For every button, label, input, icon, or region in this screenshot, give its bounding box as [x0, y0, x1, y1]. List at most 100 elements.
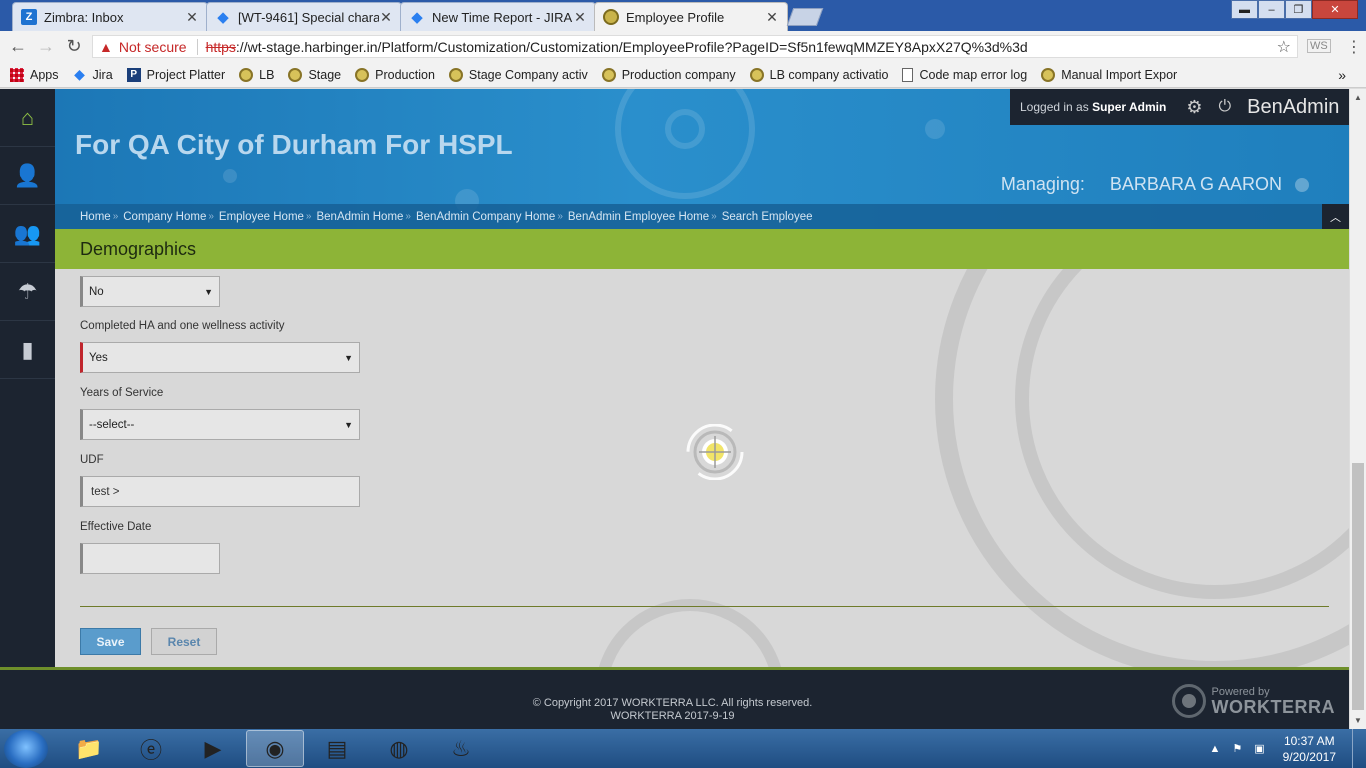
bookmark-lb[interactable]: LB: [239, 67, 274, 82]
bookmark-jira[interactable]: ◆ Jira: [73, 66, 113, 82]
action-center-flag-icon[interactable]: ⚑: [1232, 742, 1242, 755]
tab-zimbra-inbox[interactable]: Z Zimbra: Inbox ✕: [12, 2, 208, 31]
browser-menu-icon[interactable]: ⋮: [1346, 37, 1362, 57]
employee-icon[interactable]: 👤: [0, 147, 55, 205]
scroll-down-icon[interactable]: ▼: [1350, 712, 1366, 729]
reload-icon[interactable]: ↻: [60, 36, 88, 57]
close-tab-icon[interactable]: ✕: [379, 9, 393, 26]
ha-wellness-select[interactable]: Yes ▼: [80, 342, 360, 373]
notepad-icon[interactable]: ▤: [308, 730, 366, 767]
flame-app-icon[interactable]: ♨: [432, 730, 490, 767]
save-button[interactable]: Save: [80, 628, 141, 655]
system-tray: ▲ ⚑ ▣ 10:37 AM 9/20/2017: [1209, 729, 1336, 768]
tab-employee-profile[interactable]: Employee Profile ✕: [594, 2, 788, 31]
bookmark-stage-company[interactable]: Stage Company activ: [448, 67, 588, 82]
bookmark-apps[interactable]: Apps: [10, 67, 59, 82]
scrollbar-thumb[interactable]: [1352, 463, 1364, 710]
breadcrumb-search-employee[interactable]: Search Employee: [722, 211, 813, 223]
close-window-button[interactable]: ✕: [1312, 0, 1358, 19]
back-arrow-icon[interactable]: ←: [4, 36, 32, 57]
dropdown-arrow-icon: ▼: [204, 286, 213, 297]
network-icon[interactable]: ▣: [1254, 742, 1264, 755]
demographic-select[interactable]: No ▼: [80, 276, 220, 307]
benefits-umbrella-icon[interactable]: ☂: [0, 263, 55, 321]
background-watermark: [595, 599, 785, 667]
bookmark-lb-company[interactable]: LB company activatio: [749, 67, 889, 82]
bookmark-production[interactable]: Production: [355, 67, 435, 82]
side-nav: ⌂ 👤 👥 ☂ ▮: [0, 89, 55, 667]
restore-button[interactable]: ❐: [1285, 0, 1312, 19]
workterra-icon: [355, 67, 370, 82]
copyright-line: © Copyright 2017 WORKTERRA LLC. All righ…: [532, 697, 813, 709]
bookmark-project-platter[interactable]: P Project Platter: [126, 67, 226, 82]
firefox-icon[interactable]: ◍: [370, 730, 428, 767]
bookmark-label: Production company: [621, 67, 736, 82]
security-status[interactable]: Not secure: [119, 39, 187, 55]
bookmark-star-icon[interactable]: ☆: [1277, 37, 1291, 57]
home-icon[interactable]: ⌂: [0, 89, 55, 147]
breadcrumb-benadmin-company-home[interactable]: BenAdmin Company Home: [416, 211, 555, 223]
years-of-service-select[interactable]: --select-- ▼: [80, 409, 360, 440]
settings-gear-icon[interactable]: ⚙: [1186, 97, 1202, 118]
logout-power-icon[interactable]: ⏻: [1218, 98, 1231, 116]
workterra-icon: [239, 67, 254, 82]
media-player-icon[interactable]: ▶: [184, 730, 242, 767]
version-line: WORKTERRA 2017-9-19: [610, 710, 735, 722]
close-tab-icon[interactable]: ✕: [185, 9, 199, 26]
more-bookmarks-icon[interactable]: »: [1338, 67, 1346, 83]
years-of-service-label: Years of Service: [80, 387, 164, 399]
extension-icon[interactable]: WS: [1307, 39, 1331, 53]
workterra-icon: [1041, 67, 1056, 82]
close-tab-icon[interactable]: ✕: [573, 9, 587, 26]
jira-icon: ◆: [411, 9, 423, 26]
chrome-icon[interactable]: ◉: [246, 730, 304, 767]
tab-jira-wt-9461[interactable]: ◆ [WT-9461] Special chara ✕: [206, 2, 402, 31]
address-bar[interactable]: ▲ Not secure https ://wt-stage.harbinger…: [92, 35, 1298, 58]
bookmark-label: Project Platter: [146, 67, 226, 82]
scroll-up-icon[interactable]: ▲: [1350, 89, 1366, 106]
tab-new-time-report[interactable]: ◆ New Time Report - JIRA ✕: [400, 2, 596, 31]
page-scrollbar[interactable]: ▲ ▼: [1349, 89, 1366, 729]
clock[interactable]: 10:37 AM 9/20/2017: [1283, 733, 1336, 765]
clock-date: 9/20/2017: [1282, 749, 1336, 764]
bookmark-manual-import[interactable]: Manual Import Expor: [1041, 67, 1178, 82]
effective-date-input[interactable]: [80, 543, 220, 574]
breadcrumb-separator: »: [711, 211, 717, 222]
bookmark-label: LB company activatio: [769, 67, 889, 82]
breadcrumb-company-home[interactable]: Company Home: [123, 211, 206, 223]
powered-by: Powered by WORKTERRA: [1171, 684, 1336, 718]
close-tab-icon[interactable]: ✕: [765, 9, 779, 26]
collapse-header-button[interactable]: ︿: [1322, 204, 1349, 229]
users-icon[interactable]: 👥: [0, 205, 55, 263]
decorative-dot: [925, 119, 945, 139]
file-explorer-icon[interactable]: 📁: [60, 730, 118, 767]
profile-icon[interactable]: ▬: [1231, 0, 1258, 19]
forward-arrow-icon[interactable]: →: [32, 36, 60, 57]
bookmark-code-map[interactable]: Code map error log: [902, 67, 1027, 82]
breadcrumb-benadmin-home[interactable]: BenAdmin Home: [316, 211, 403, 223]
internet-explorer-icon[interactable]: ⓔ: [122, 730, 180, 767]
windows-start-button[interactable]: [4, 730, 48, 768]
new-tab-button[interactable]: [786, 8, 824, 26]
managing-name[interactable]: BARBARA G AARON: [1110, 174, 1282, 194]
bookmark-label: Manual Import Expor: [1061, 67, 1178, 82]
bookmark-production-company[interactable]: Production company: [601, 67, 736, 82]
clock-time: 10:37 AM: [1283, 733, 1335, 748]
breadcrumb-home[interactable]: Home: [80, 211, 111, 223]
tray-expand-icon[interactable]: ▲: [1209, 743, 1220, 755]
copyright-text: © Copyright 2017 WORKTERRA LLC. All righ…: [0, 697, 1345, 723]
managing-employee: Managing: BARBARA G AARON: [1001, 174, 1309, 195]
reset-button[interactable]: Reset: [151, 628, 217, 655]
show-desktop-button[interactable]: [1352, 729, 1366, 768]
tab-title: Employee Profile: [626, 9, 725, 25]
reports-chart-icon[interactable]: ▮: [0, 321, 55, 379]
bookmark-stage[interactable]: Stage: [288, 67, 341, 82]
breadcrumb-employee-home[interactable]: Employee Home: [219, 211, 304, 223]
breadcrumb-benadmin-employee-home[interactable]: BenAdmin Employee Home: [568, 211, 709, 223]
udf-input[interactable]: test >: [80, 476, 360, 507]
minimize-button[interactable]: –: [1258, 0, 1285, 19]
workterra-logo-icon: [1171, 684, 1206, 718]
info-icon[interactable]: [1295, 178, 1309, 193]
user-bar: Logged in as Super Admin ⚙ ⏻ BenAdmin: [1010, 89, 1349, 125]
url-scheme: https: [205, 38, 236, 55]
